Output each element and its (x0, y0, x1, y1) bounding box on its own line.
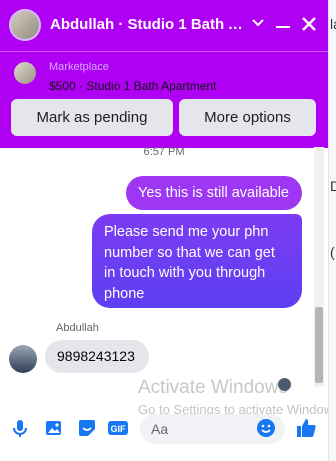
contact-avatar[interactable] (9, 9, 41, 41)
outgoing-message[interactable]: Yes this is still available (126, 176, 302, 210)
chat-header: Abdullah · Studio 1 Bath A... Marketplac… (0, 0, 328, 148)
emoji-icon[interactable] (256, 418, 276, 438)
chat-title[interactable]: Abdullah · Studio 1 Bath A... (50, 16, 245, 33)
scrollbar[interactable] (314, 147, 324, 387)
chat-window: Abdullah · Studio 1 Bath A... Marketplac… (0, 0, 336, 461)
message-composer: GIF Aa (0, 408, 328, 450)
listing-thumbnail[interactable] (14, 62, 36, 84)
minimize-icon[interactable] (276, 26, 290, 28)
message-input-placeholder: Aa (151, 421, 169, 437)
more-options-button[interactable]: More options (179, 99, 316, 136)
sticker-icon[interactable] (76, 417, 98, 439)
read-receipt-avatar (278, 378, 291, 391)
sender-avatar[interactable] (9, 345, 37, 373)
background-page-edge: la D ( (328, 0, 336, 461)
photo-icon[interactable] (43, 417, 65, 439)
scrollbar-thumb[interactable] (315, 307, 323, 383)
microphone-icon[interactable] (9, 417, 31, 439)
outgoing-message[interactable]: Please send me your phn number so that w… (92, 214, 302, 308)
header-divider (0, 51, 328, 52)
marketplace-label: Marketplace (49, 61, 109, 73)
sender-name: Abdullah (56, 322, 99, 334)
message-input[interactable]: Aa (140, 414, 285, 444)
background-text: D (330, 178, 336, 194)
gif-label: GIF (111, 424, 127, 434)
message-timestamp: 6:57 PM (143, 146, 185, 158)
chevron-down-icon[interactable] (250, 14, 266, 30)
background-text: ( (330, 244, 335, 260)
thumbs-up-icon[interactable] (294, 416, 318, 440)
gif-icon[interactable]: GIF (107, 417, 129, 439)
close-icon[interactable] (301, 16, 317, 32)
incoming-message[interactable]: 9898243123 (45, 340, 149, 373)
activate-windows-watermark: Activate Windows (138, 377, 288, 398)
mark-as-pending-button[interactable]: Mark as pending (11, 99, 173, 136)
background-text: la (330, 16, 336, 32)
listing-title[interactable]: $500 · Studio 1 Bath Apartment (49, 79, 216, 93)
